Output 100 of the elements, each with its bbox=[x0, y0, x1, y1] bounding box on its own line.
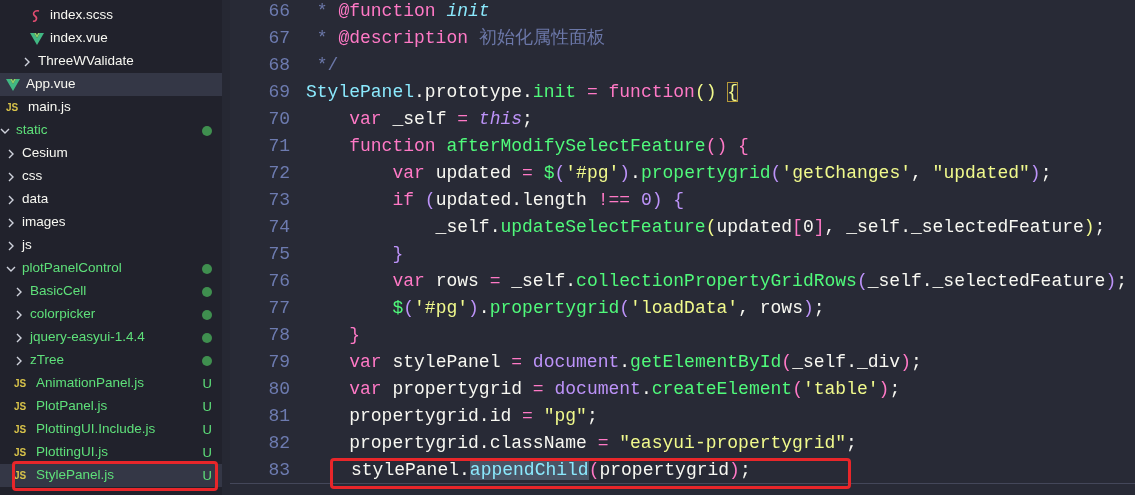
code-line: * @function init bbox=[315, 0, 490, 23]
file-name: static bbox=[16, 121, 48, 140]
chevron-icon bbox=[14, 332, 24, 343]
file-name: plotPanelControl bbox=[22, 259, 122, 278]
chevron-icon bbox=[6, 171, 16, 182]
line-number: 81 bbox=[267, 405, 290, 428]
file-name: css bbox=[22, 167, 43, 186]
line-number: 67 bbox=[267, 27, 290, 50]
tree-item[interactable]: JS PlotPanel.js U bbox=[0, 395, 222, 418]
file-name: App.vue bbox=[26, 75, 76, 94]
code-line: var updated = $('#pg').propertygrid('getChanges', "updated"); bbox=[391, 162, 1052, 185]
js-file-icon: JS bbox=[14, 399, 30, 414]
tree-item[interactable]: BasicCell bbox=[0, 280, 222, 303]
chevron-icon bbox=[14, 309, 24, 320]
code-line: var propertygrid = document.createElement('table'); bbox=[348, 378, 901, 401]
file-name: BasicCell bbox=[30, 282, 87, 301]
file-name: jquery-easyui-1.4.4 bbox=[30, 328, 145, 347]
js-file-icon: JS bbox=[14, 422, 30, 437]
tree-item[interactable]: App.vue bbox=[0, 73, 222, 96]
chevron-icon bbox=[14, 355, 24, 366]
tree-item[interactable]: ThreeWValidate bbox=[0, 50, 222, 73]
file-name: AnimationPanel.js bbox=[36, 374, 145, 393]
code-line: * @description 初始化属性面板 bbox=[315, 27, 605, 50]
tree-item[interactable]: plotPanelControl bbox=[0, 257, 222, 280]
line-number: 71 bbox=[267, 135, 290, 158]
line-number: 73 bbox=[267, 189, 290, 212]
tree-item[interactable]: js bbox=[0, 234, 222, 257]
file-name: StylePanel.js bbox=[36, 466, 115, 485]
tree-item[interactable]: css bbox=[0, 165, 222, 188]
git-status-label: U bbox=[202, 420, 212, 439]
file-name: PlottingUI.js bbox=[36, 443, 109, 462]
file-name: js bbox=[22, 236, 32, 255]
line-number: 74 bbox=[267, 216, 290, 239]
code-line: } bbox=[348, 324, 360, 347]
tree-item[interactable]: JS main.js bbox=[0, 96, 222, 119]
js-file-icon: JS bbox=[14, 376, 30, 391]
line-number: 75 bbox=[267, 243, 290, 266]
vue-file-icon bbox=[30, 31, 44, 46]
line-number: 77 bbox=[267, 297, 290, 320]
code-line: StylePanel.prototype.init = function() { bbox=[306, 81, 739, 104]
tree-item[interactable]: zTree bbox=[0, 349, 222, 372]
chevron-icon bbox=[6, 194, 16, 205]
file-name: PlottingUI.Include.js bbox=[36, 420, 156, 439]
chevron-icon bbox=[6, 217, 16, 228]
code-line: propertygrid.className = "easyui-propertygrid"; bbox=[348, 432, 857, 455]
tree-item[interactable]: index.vue bbox=[0, 27, 222, 50]
git-status-label: U bbox=[202, 443, 212, 462]
line-number: 78 bbox=[267, 324, 290, 347]
tree-item[interactable]: Cesium bbox=[0, 142, 222, 165]
tree-item[interactable]: JS AnimationPanel.js U bbox=[0, 372, 222, 395]
git-status-label: U bbox=[202, 374, 212, 393]
tree-item[interactable]: JS PlottingUI.js U bbox=[0, 441, 222, 464]
js-file-icon: JS bbox=[14, 445, 30, 460]
file-name: colorpicker bbox=[30, 305, 96, 324]
tree-item[interactable]: data bbox=[0, 188, 222, 211]
file-name: index.vue bbox=[50, 29, 108, 48]
line-number: 83 bbox=[267, 458, 290, 482]
code-line: } bbox=[391, 243, 404, 266]
chevron-icon bbox=[22, 56, 32, 67]
js-file-icon: JS bbox=[14, 468, 30, 483]
git-status-label: U bbox=[202, 397, 212, 416]
file-name: PlotPanel.js bbox=[36, 397, 108, 416]
code-line: stylePanel.appendChild(propertygrid); bbox=[351, 459, 751, 480]
line-number: 70 bbox=[267, 108, 290, 131]
code-line: var rows = _self.collectionPropertyGridRows(_self._selectedFeature); bbox=[391, 270, 1127, 293]
file-name: main.js bbox=[28, 98, 71, 117]
tree-item[interactable]: jquery-easyui-1.4.4 bbox=[0, 326, 222, 349]
chevron-icon bbox=[14, 286, 24, 297]
code-line: _self.updateSelectFeature(updated[0], _self._selectedFeature); bbox=[434, 216, 1106, 239]
file-name: zTree bbox=[30, 351, 64, 370]
line-number: 72 bbox=[267, 162, 290, 185]
tree-item[interactable]: index.scss bbox=[0, 4, 222, 27]
line-number: 69 bbox=[267, 81, 290, 104]
file-name: data bbox=[22, 190, 49, 209]
code-line: propertygrid.id = "pg"; bbox=[348, 405, 598, 428]
tree-item[interactable]: JS PlottingUI.Include.js U bbox=[0, 418, 222, 441]
file-name: index.scss bbox=[50, 6, 114, 25]
code-line: */ bbox=[315, 54, 339, 77]
chevron-icon bbox=[6, 148, 16, 159]
file-name: ThreeWValidate bbox=[38, 52, 134, 71]
code-line: $('#pg').propertygrid('loadData', rows); bbox=[391, 297, 825, 320]
vue-file-icon bbox=[6, 77, 20, 92]
tree-item[interactable]: images bbox=[0, 211, 222, 234]
code-line: function afterModifySelectFeature() { bbox=[348, 135, 749, 158]
line-number: 76 bbox=[267, 270, 290, 293]
line-number: 66 bbox=[267, 0, 290, 23]
tree-item[interactable]: static bbox=[0, 119, 222, 142]
file-name: Cesium bbox=[22, 144, 68, 163]
chevron-icon bbox=[6, 240, 16, 251]
line-number: 68 bbox=[267, 54, 290, 77]
line-number: 80 bbox=[267, 378, 290, 401]
line-number: 82 bbox=[267, 432, 290, 455]
js-file-icon: JS bbox=[6, 100, 22, 115]
tree-item[interactable]: colorpicker bbox=[0, 303, 222, 326]
file-name: images bbox=[22, 213, 66, 232]
git-status-label: U bbox=[202, 466, 212, 485]
line-number: 79 bbox=[267, 351, 290, 374]
code-line: if (updated.length !== 0) { bbox=[391, 189, 685, 212]
code-line: var _self = this; bbox=[348, 108, 533, 131]
code-line: var stylePanel = document.getElementById(_self._div); bbox=[348, 351, 922, 374]
